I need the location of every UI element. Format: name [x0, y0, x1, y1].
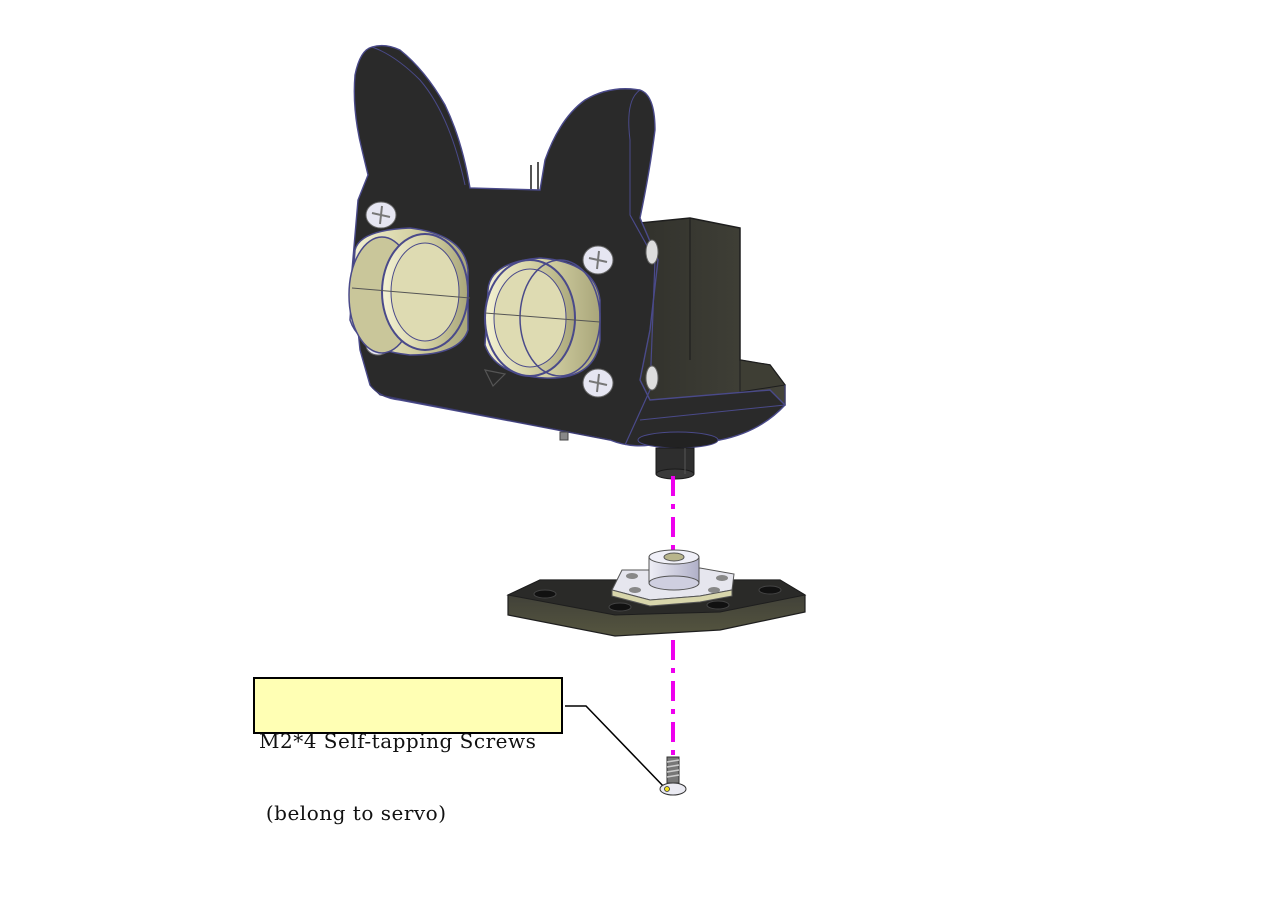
servo-horn-plate: [506, 549, 807, 637]
servo-shaft: [637, 431, 719, 480]
assembly-diagram: [348, 44, 807, 796]
leader-line: [565, 705, 667, 790]
sensor-ring-left: [348, 227, 471, 356]
bracket-screw-top-right: [582, 245, 614, 275]
callout-line-2: (belong to servo): [259, 801, 447, 825]
screw-callout-label: M2*4 Self-tapping Screws (belong to serv…: [253, 677, 563, 825]
bracket-screw-bottom-right: [582, 368, 614, 398]
sensor-ring-right: [484, 257, 601, 379]
bottom-stud: [559, 431, 569, 441]
callout-line-1: M2*4 Self-tapping Screws: [259, 729, 537, 753]
bracket-screw-top-left: [365, 201, 397, 229]
self-tapping-screw: [659, 756, 687, 796]
